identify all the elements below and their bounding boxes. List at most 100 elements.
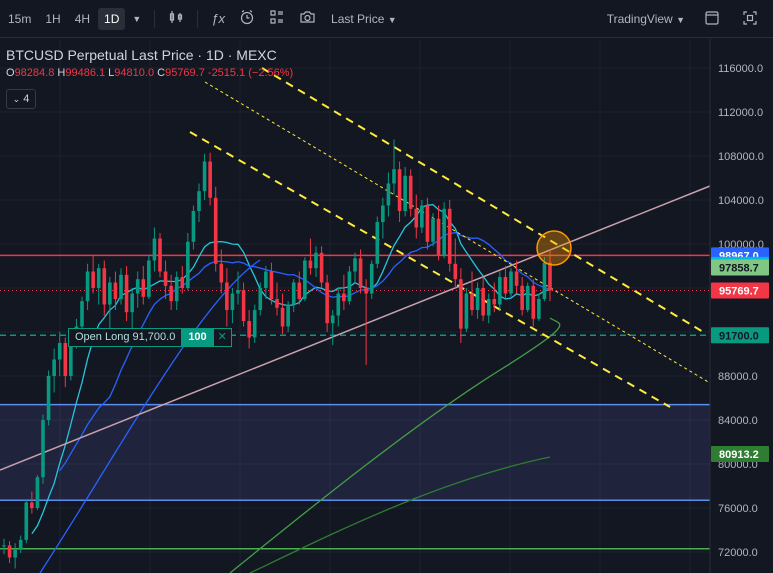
price-chart[interactable]: 116000.0112000.0108000.0104000.0100000.0…: [0, 39, 773, 573]
candle-body: [275, 299, 279, 308]
candle-body: [169, 285, 173, 302]
candle-body: [202, 161, 207, 192]
close-label: C: [157, 67, 166, 79]
price-tick: 112000.0: [718, 107, 763, 119]
symbol-title: BTCUSD Perpetual Last Price · 1D · MEXC: [6, 47, 277, 63]
interval-15m[interactable]: 15m: [2, 8, 37, 30]
camera-icon[interactable]: [292, 5, 323, 32]
candle-body: [431, 218, 435, 242]
candle-body: [297, 282, 302, 299]
window-icon[interactable]: [697, 6, 727, 33]
price-tag: 97858.7: [711, 259, 769, 276]
candle-body: [141, 279, 146, 297]
layout-grid-icon[interactable]: [262, 5, 292, 32]
price-tag-label: 97858.7: [719, 263, 759, 275]
candle-body: [542, 262, 547, 299]
price-tick: 84000.0: [718, 415, 758, 427]
candle-body: [447, 208, 452, 264]
low-value: 94810.0: [114, 67, 155, 79]
candle-body: [91, 271, 95, 288]
candle-body: [96, 268, 101, 288]
candle-body: [342, 293, 346, 302]
candle-body: [308, 260, 313, 269]
candle-body: [191, 211, 196, 242]
candle-body: [197, 191, 201, 211]
candle-body: [130, 293, 134, 313]
interval-4h[interactable]: 4H: [69, 8, 96, 30]
fullscreen-icon[interactable]: [735, 6, 765, 33]
indicators-fx-icon[interactable]: ƒx: [204, 7, 232, 30]
candle-body: [325, 282, 329, 324]
candle-body: [336, 293, 341, 316]
candle-body: [364, 288, 368, 294]
candle-body: [537, 299, 541, 319]
brand-label: TradingView: [606, 12, 673, 26]
candle-body: [475, 288, 480, 310]
price-axis: 116000.0112000.0108000.0104000.0100000.0…: [718, 63, 764, 559]
candle-body: [525, 285, 530, 310]
candle-body: [258, 288, 263, 310]
candle-body: [314, 252, 318, 269]
candle-body: [147, 260, 151, 297]
candle-body: [464, 293, 469, 329]
candle-body: [414, 208, 419, 228]
candle-body: [408, 175, 413, 209]
price-tag-label: 91700.0: [719, 330, 759, 342]
candle-body: [531, 285, 536, 319]
interval-1d[interactable]: 1D: [98, 7, 126, 30]
candle-body: [46, 376, 51, 420]
candle-body: [330, 315, 335, 324]
candle-body: [375, 222, 380, 264]
order-line-label[interactable]: Open Long 91,700.0 100 ✕: [68, 328, 232, 347]
indicator-count: 4: [23, 93, 30, 105]
chevron-down-icon: ▼: [676, 15, 685, 25]
candle-body: [219, 263, 224, 283]
price-tick: 104000.0: [718, 195, 764, 207]
candle-body: [124, 274, 129, 313]
breakout-marker: [536, 230, 572, 266]
open-label: O: [6, 67, 15, 79]
candle-body: [24, 502, 29, 540]
interval-dropdown-icon[interactable]: ▼: [125, 10, 148, 28]
candle-body: [152, 238, 157, 261]
price-tag: 95769.7: [711, 282, 769, 299]
candle-body: [35, 477, 40, 508]
indicators-toggle[interactable]: ⌄ 4: [6, 89, 36, 109]
open-value: 98284.8: [14, 67, 55, 79]
change-value: -2515.1 (−2.56%): [207, 67, 294, 79]
channel-midline: [204, 81, 711, 384]
brand-link[interactable]: TradingView ▼: [607, 12, 685, 26]
candle-body: [252, 310, 257, 338]
candle-body: [459, 279, 463, 329]
interval-1h[interactable]: 1H: [39, 8, 66, 30]
candle-body: [392, 169, 396, 184]
price-tick: 76000.0: [718, 503, 758, 515]
candle-body: [241, 290, 246, 321]
candle-body: [158, 238, 162, 272]
candle-body: [85, 271, 90, 302]
high-value: 99486.1: [65, 67, 106, 79]
candle-body: [213, 197, 218, 264]
horizontal-lines: [0, 254, 710, 550]
price-type-label: Last Price: [331, 11, 385, 26]
candle-body: [291, 282, 296, 305]
alert-clock-icon[interactable]: [232, 5, 262, 32]
candle-body: [57, 343, 62, 360]
candle-body: [180, 277, 185, 288]
candle-body: [13, 549, 17, 558]
candlestick-icon[interactable]: [161, 5, 191, 32]
price-tag: 91700.0: [711, 327, 769, 344]
order-quantity[interactable]: 100: [182, 328, 213, 347]
candle-body: [280, 307, 285, 327]
candle-body: [2, 545, 6, 547]
price-tick: 88000.0: [718, 371, 758, 383]
candle-body: [514, 271, 519, 286]
close-icon[interactable]: ✕: [212, 328, 232, 347]
candle-body: [174, 277, 179, 302]
close-value: 95769.7: [165, 67, 205, 79]
price-tag: 80913.2: [711, 445, 769, 462]
price-tick: 116000.0: [718, 63, 763, 75]
candle-body: [347, 271, 352, 302]
price-type-select[interactable]: Last Price ▼: [331, 12, 397, 26]
candle-body: [397, 169, 402, 211]
